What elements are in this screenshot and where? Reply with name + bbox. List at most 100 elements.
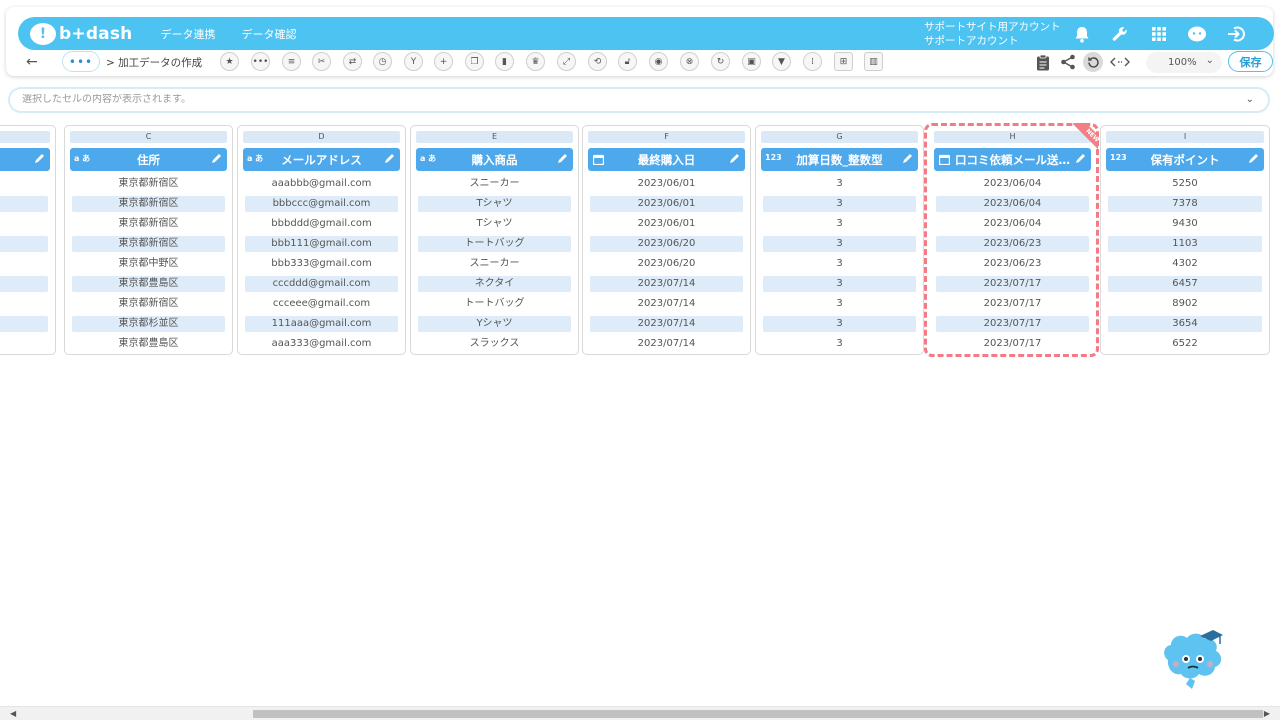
column-header[interactable]: 123 加算日数_整数型 [761, 148, 918, 171]
nav-data-check[interactable]: データ確認 [241, 26, 296, 42]
filter-tool-icon[interactable]: ▼ [772, 52, 791, 71]
scroll-right-icon[interactable]: ▶ [1264, 709, 1270, 718]
share-icon[interactable] [1058, 52, 1078, 72]
logo[interactable]: ! b+dash [30, 22, 132, 45]
table-cell[interactable]: 2023/07/14 [590, 336, 743, 352]
lock-tool-icon[interactable]: 🔓︎ [618, 52, 637, 71]
column-header[interactable]: a あ 住所 [70, 148, 227, 171]
dots-tool-icon[interactable]: ••• [251, 52, 270, 71]
column-header[interactable] [0, 148, 50, 171]
table-cell[interactable]: Tシャツ [418, 196, 571, 212]
table-cell[interactable]: bbb333@gmail.com [245, 256, 398, 272]
merge-tool-icon[interactable]: Y [404, 52, 423, 71]
save-button[interactable]: 保存 [1228, 51, 1273, 72]
trash-tool-icon[interactable]: ▮ [495, 52, 514, 71]
table-cell[interactable]: 9430 [1108, 216, 1262, 232]
logout-icon[interactable] [1224, 22, 1248, 46]
column-header[interactable]: a あ 購入商品 [416, 148, 573, 171]
table-cell[interactable]: 2023/06/20 [590, 256, 743, 272]
scissors-tool-icon[interactable]: ✂ [312, 52, 331, 71]
repeat-tool-icon[interactable]: ⟲ [588, 52, 607, 71]
table-cell[interactable]: Yシャツ [418, 316, 571, 332]
table-cell[interactable]: 3 [763, 276, 916, 292]
table-cell[interactable]: bbbddd@gmail.com [245, 216, 398, 232]
column-header[interactable]: 最終購入日 [588, 148, 745, 171]
wrench-icon[interactable] [1108, 22, 1132, 46]
scroll-left-icon[interactable]: ◀ [10, 709, 16, 718]
table-cell[interactable]: ネクタイ [418, 276, 571, 292]
table-cell[interactable]: 3 [763, 296, 916, 312]
column-header[interactable]: a あ メールアドレス [243, 148, 400, 171]
table-cell[interactable]: 3 [763, 216, 916, 232]
table-cell[interactable]: 6522 [1108, 336, 1262, 352]
table-cell[interactable]: 2023/07/14 [590, 316, 743, 332]
table-cell[interactable]: 2023/07/14 [590, 276, 743, 292]
table-cell[interactable]: 5250 [1108, 176, 1262, 192]
nav-data-integration[interactable]: データ連携 [160, 26, 215, 42]
table-cell[interactable]: aaa333@gmail.com [245, 336, 398, 352]
table-cell[interactable] [0, 236, 48, 252]
code-view-icon[interactable] [1109, 52, 1131, 72]
pivot-tool-icon[interactable]: ⁞ [803, 52, 822, 71]
table-cell[interactable]: トートバッグ [418, 236, 571, 252]
clipboard-icon[interactable] [1033, 52, 1053, 72]
table-cell[interactable]: 7378 [1108, 196, 1262, 212]
swap-tool-icon[interactable]: ⇄ [343, 52, 362, 71]
table-cell[interactable]: 2023/06/20 [590, 236, 743, 252]
table-cell[interactable] [0, 316, 48, 332]
table-cell[interactable]: 4302 [1108, 256, 1262, 272]
table-cell[interactable]: 東京都新宿区 [72, 216, 225, 232]
zoom-select[interactable]: 100% ⌄ [1146, 52, 1222, 73]
table-cell[interactable]: 2023/06/01 [590, 216, 743, 232]
table-cell[interactable]: 3 [763, 256, 916, 272]
star-tool-icon[interactable]: ★ [220, 52, 239, 71]
refresh-tool-icon[interactable]: ↻ [711, 52, 730, 71]
list-tool-icon[interactable]: ≡ [282, 52, 301, 71]
table-cell[interactable]: 東京都新宿区 [72, 236, 225, 252]
table-cell[interactable]: Tシャツ [418, 216, 571, 232]
account-info[interactable]: サポートサイト用アカウント サポートアカウント [924, 20, 1061, 48]
back-arrow-icon[interactable]: ← [26, 54, 38, 70]
table-cell[interactable]: 3 [763, 316, 916, 332]
mascot-helper-icon[interactable] [1160, 626, 1226, 690]
pencil-icon[interactable] [210, 152, 222, 166]
table-tool-icon[interactable]: ⊞ [834, 52, 853, 71]
table-cell[interactable] [0, 276, 48, 292]
table-cell[interactable]: 東京都新宿区 [72, 196, 225, 212]
table-cell[interactable]: ccceee@gmail.com [245, 296, 398, 312]
table-cell[interactable]: 2023/06/01 [590, 176, 743, 192]
table-cell[interactable]: 東京都杉並区 [72, 316, 225, 332]
history-icon[interactable] [1083, 52, 1103, 72]
expand-chevron-icon[interactable]: ⌄ [1246, 94, 1254, 105]
table-cell[interactable]: bbb111@gmail.com [245, 236, 398, 252]
pencil-icon[interactable] [556, 152, 568, 166]
pencil-icon[interactable] [901, 152, 913, 166]
table-cell[interactable]: aaabbb@gmail.com [245, 176, 398, 192]
frame-tool-icon[interactable]: ▣ [742, 52, 761, 71]
table-cell[interactable]: 111aaa@gmail.com [245, 316, 398, 332]
table-cell[interactable]: 2023/07/14 [590, 296, 743, 312]
table-cell[interactable]: bbbccc@gmail.com [245, 196, 398, 212]
table-cell[interactable]: 3 [763, 196, 916, 212]
pencil-icon[interactable] [1247, 152, 1259, 166]
table-cell[interactable]: スラックス [418, 336, 571, 352]
columns-tool-icon[interactable]: ▥ [864, 52, 883, 71]
table-cell[interactable]: 東京都豊島区 [72, 336, 225, 352]
table-cell[interactable]: cccddd@gmail.com [245, 276, 398, 292]
expand-tool-icon[interactable]: ⤢ [557, 52, 576, 71]
scrollbar-thumb[interactable] [253, 710, 1263, 718]
table-cell[interactable]: 1103 [1108, 236, 1262, 252]
pencil-icon[interactable] [728, 152, 740, 166]
pencil-icon[interactable] [33, 152, 45, 166]
cancel-tool-icon[interactable]: ⊗ [680, 52, 699, 71]
table-cell[interactable]: スニーカー [418, 176, 571, 192]
bag-tool-icon[interactable]: ◉ [649, 52, 668, 71]
table-cell[interactable]: 東京都中野区 [72, 256, 225, 272]
table-cell[interactable]: 3 [763, 236, 916, 252]
horizontal-scrollbar[interactable]: ◀ ▶ [0, 706, 1280, 720]
table-cell[interactable]: トートバッグ [418, 296, 571, 312]
help-mascot-icon[interactable] [1185, 22, 1209, 46]
apps-grid-icon[interactable] [1147, 22, 1171, 46]
table-cell[interactable]: 6457 [1108, 276, 1262, 292]
table-cell[interactable]: 8902 [1108, 296, 1262, 312]
